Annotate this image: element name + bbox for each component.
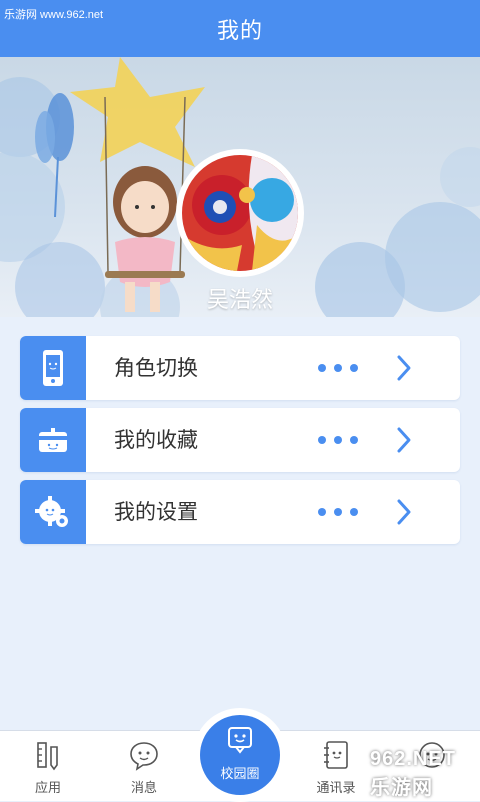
gear-icon xyxy=(20,480,86,544)
chevron-right-icon xyxy=(397,427,411,453)
menu-item-favorites[interactable]: 我的收藏 xyxy=(20,408,460,472)
menu-item-role-switch[interactable]: 角色切换 xyxy=(20,336,460,400)
menu-list: 角色切换 我的收藏 我的设置 xyxy=(20,336,460,552)
notebook-icon xyxy=(324,741,348,769)
tab-label: 通讯录 xyxy=(316,781,356,796)
tab-campus[interactable]: 校园圈 xyxy=(193,708,287,802)
chevron-right-icon xyxy=(397,355,411,381)
tab-contacts[interactable]: 通讯录 xyxy=(296,731,376,801)
menu-item-label: 我的设置 xyxy=(114,500,198,524)
tab-campus-button[interactable]: 校园圈 xyxy=(200,715,280,795)
smile-chat-icon xyxy=(228,727,252,754)
user-name: 吴浩然 xyxy=(206,288,273,313)
avatar-image xyxy=(182,155,298,271)
more-dots-icon xyxy=(318,336,358,400)
tab-label: 应用 xyxy=(34,781,61,796)
tab-apps[interactable]: 应用 xyxy=(8,731,88,801)
chat-bubble-icon xyxy=(130,742,158,771)
page-title: 我的 xyxy=(216,18,263,44)
profile-banner: 吴浩然 xyxy=(0,57,480,317)
phone-icon xyxy=(20,336,86,400)
watermark-bottom: 962.NET 乐游网 xyxy=(370,748,456,799)
more-dots-icon xyxy=(318,480,358,544)
tab-label: 校园圈 xyxy=(220,767,260,782)
menu-item-label: 我的收藏 xyxy=(114,428,198,452)
watermark-top: 乐游网 www.962.net xyxy=(4,9,104,21)
ruler-pencil-icon xyxy=(37,742,58,771)
gift-card-icon xyxy=(20,408,86,472)
tab-messages[interactable]: 消息 xyxy=(104,731,184,801)
chevron-right-icon xyxy=(397,499,411,525)
more-dots-icon xyxy=(318,408,358,472)
avatar[interactable] xyxy=(176,149,304,277)
menu-item-settings[interactable]: 我的设置 xyxy=(20,480,460,544)
menu-item-label: 角色切换 xyxy=(114,356,198,380)
tab-label: 消息 xyxy=(130,781,157,796)
